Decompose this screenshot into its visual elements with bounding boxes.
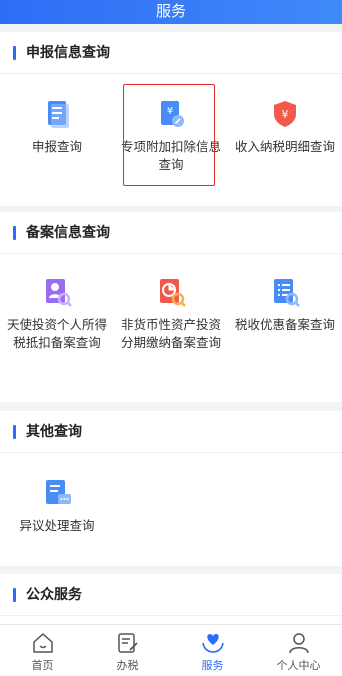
section-title: 申报信息查询 (0, 32, 342, 74)
highlight-box (123, 84, 215, 186)
tab-label: 首页 (31, 659, 54, 672)
item-label: 申报查询 (31, 139, 82, 154)
bottom-tab-bar: 首页 办税 服务 个人中心 (0, 624, 342, 676)
tab-label: 办税 (116, 659, 139, 672)
section-other-query: 其他查询 异议处理查询 (0, 411, 342, 566)
tab-home[interactable]: 首页 (0, 625, 85, 676)
section-title-text: 备案信息查询 (26, 225, 110, 241)
document-list-icon (48, 101, 69, 128)
tab-tax-handling[interactable]: 办税 (85, 625, 170, 676)
svg-text:¥: ¥ (282, 108, 289, 121)
page-title: 服务 (155, 2, 186, 20)
home-icon (32, 633, 53, 653)
section-title: 其他查询 (0, 411, 342, 453)
section-title-text: 公众服务 (26, 587, 82, 603)
section-accent-bar (13, 46, 16, 60)
section-accent-bar (13, 226, 16, 240)
page-header: 服务 (0, 0, 342, 24)
section-title-text: 其他查询 (26, 424, 82, 440)
section-public-service: 公众服务 (0, 574, 342, 624)
chart-search-icon (160, 279, 186, 307)
item-label: 税收优惠备案查询 (234, 317, 335, 332)
item-label: 异议处理查询 (19, 518, 95, 533)
item-label: 天使投资个人所得税抵扣备案查询 (6, 317, 107, 350)
section-title: 备案信息查询 (0, 212, 342, 254)
section-filing-query: 备案信息查询 天使投资个人所得税抵扣备案查询 非货币性资产投资分期缴纳备案查询 (0, 212, 342, 402)
income-tax-detail-query-button[interactable]: ¥ 收入纳税明细查询 (228, 98, 342, 156)
heart-hands-icon (201, 634, 224, 653)
non-monetary-asset-filing-query-button[interactable]: 非货币性资产投资分期缴纳备案查询 (114, 276, 228, 352)
chat-document-icon (46, 480, 71, 504)
person-search-icon (46, 279, 72, 307)
item-label: 非货币性资产投资分期缴纳备案查询 (120, 317, 221, 350)
section-accent-bar (13, 588, 16, 602)
angel-investment-filing-query-button[interactable]: 天使投资个人所得税抵扣备案查询 (0, 276, 114, 352)
tab-service[interactable]: 服务 (170, 625, 255, 676)
tab-label: 服务 (201, 659, 224, 672)
yuan-shield-icon: ¥ (274, 101, 296, 127)
tax-incentive-filing-query-button[interactable]: 税收优惠备案查询 (228, 276, 342, 334)
section-title-text: 申报信息查询 (26, 45, 110, 61)
section-title: 公众服务 (0, 574, 342, 616)
person-icon (288, 633, 309, 654)
tab-personal-center[interactable]: 个人中心 (255, 625, 342, 676)
section-accent-bar (13, 425, 16, 439)
objection-handling-query-button[interactable]: 异议处理查询 (0, 477, 114, 535)
tab-label: 个人中心 (276, 659, 321, 672)
item-label: 收入纳税明细查询 (234, 139, 335, 154)
edit-document-icon (117, 633, 138, 653)
declaration-query-button[interactable]: 申报查询 (0, 98, 114, 156)
list-search-icon (274, 279, 300, 307)
